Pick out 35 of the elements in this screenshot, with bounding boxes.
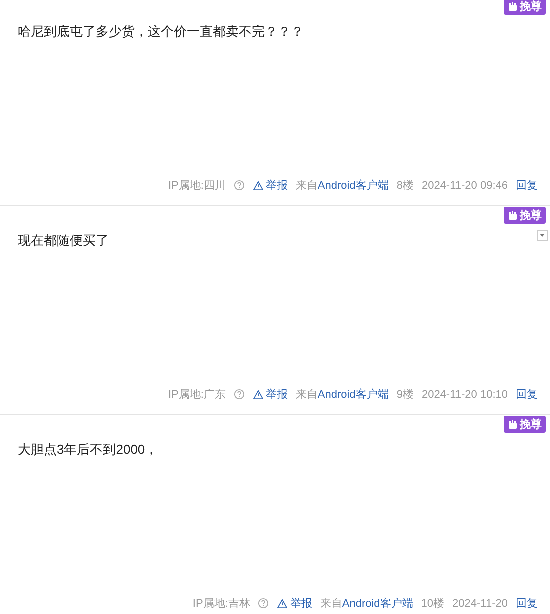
dropdown-toggle[interactable] <box>537 230 548 241</box>
support-badge[interactable]: 挽尊 <box>504 416 546 433</box>
source-text: 来自Android客户端 <box>296 388 389 402</box>
post-text: 现在都随便买了 <box>18 232 109 250</box>
help-icon[interactable] <box>234 389 245 400</box>
report-link[interactable]: 举报 <box>252 387 288 402</box>
source-text: 来自Android客户端 <box>320 596 414 611</box>
hand-icon <box>508 210 518 220</box>
help-icon[interactable] <box>234 180 245 191</box>
source-text: 来自Android客户端 <box>296 178 389 193</box>
report-link[interactable]: 举报 <box>252 178 288 193</box>
floor-number: 10楼 <box>421 597 445 611</box>
report-link[interactable]: 举报 <box>277 596 312 611</box>
post-text: 哈尼到底屯了多少货，这个价一直都卖不完？？？ <box>18 23 304 41</box>
support-badge[interactable]: 挽尊 <box>504 0 546 15</box>
warning-icon <box>277 598 288 608</box>
post-text: 大胆点3年后不到2000， <box>18 441 158 459</box>
reply-link[interactable]: 回复 <box>516 596 538 611</box>
reply-link[interactable]: 回复 <box>516 387 538 402</box>
post-time: 2024-11-20 09:46 <box>422 180 508 192</box>
hand-icon <box>508 2 518 12</box>
warning-icon <box>252 180 264 190</box>
caret-icon <box>540 234 545 237</box>
support-badge[interactable]: 挽尊 <box>504 207 546 224</box>
help-icon[interactable] <box>258 598 270 609</box>
ip-location: IP属地:四川 <box>168 179 226 193</box>
ip-location: IP属地:吉林 <box>192 597 250 611</box>
hand-icon <box>508 420 518 430</box>
warning-icon <box>252 390 264 400</box>
post-time: 2024-11-20 10:10 <box>422 388 508 400</box>
post-time: 2024-11-20 <box>452 598 508 610</box>
floor-number: 9楼 <box>396 388 414 402</box>
floor-number: 8楼 <box>396 179 414 193</box>
ip-location: IP属地:广东 <box>168 388 226 402</box>
reply-link[interactable]: 回复 <box>516 178 538 193</box>
